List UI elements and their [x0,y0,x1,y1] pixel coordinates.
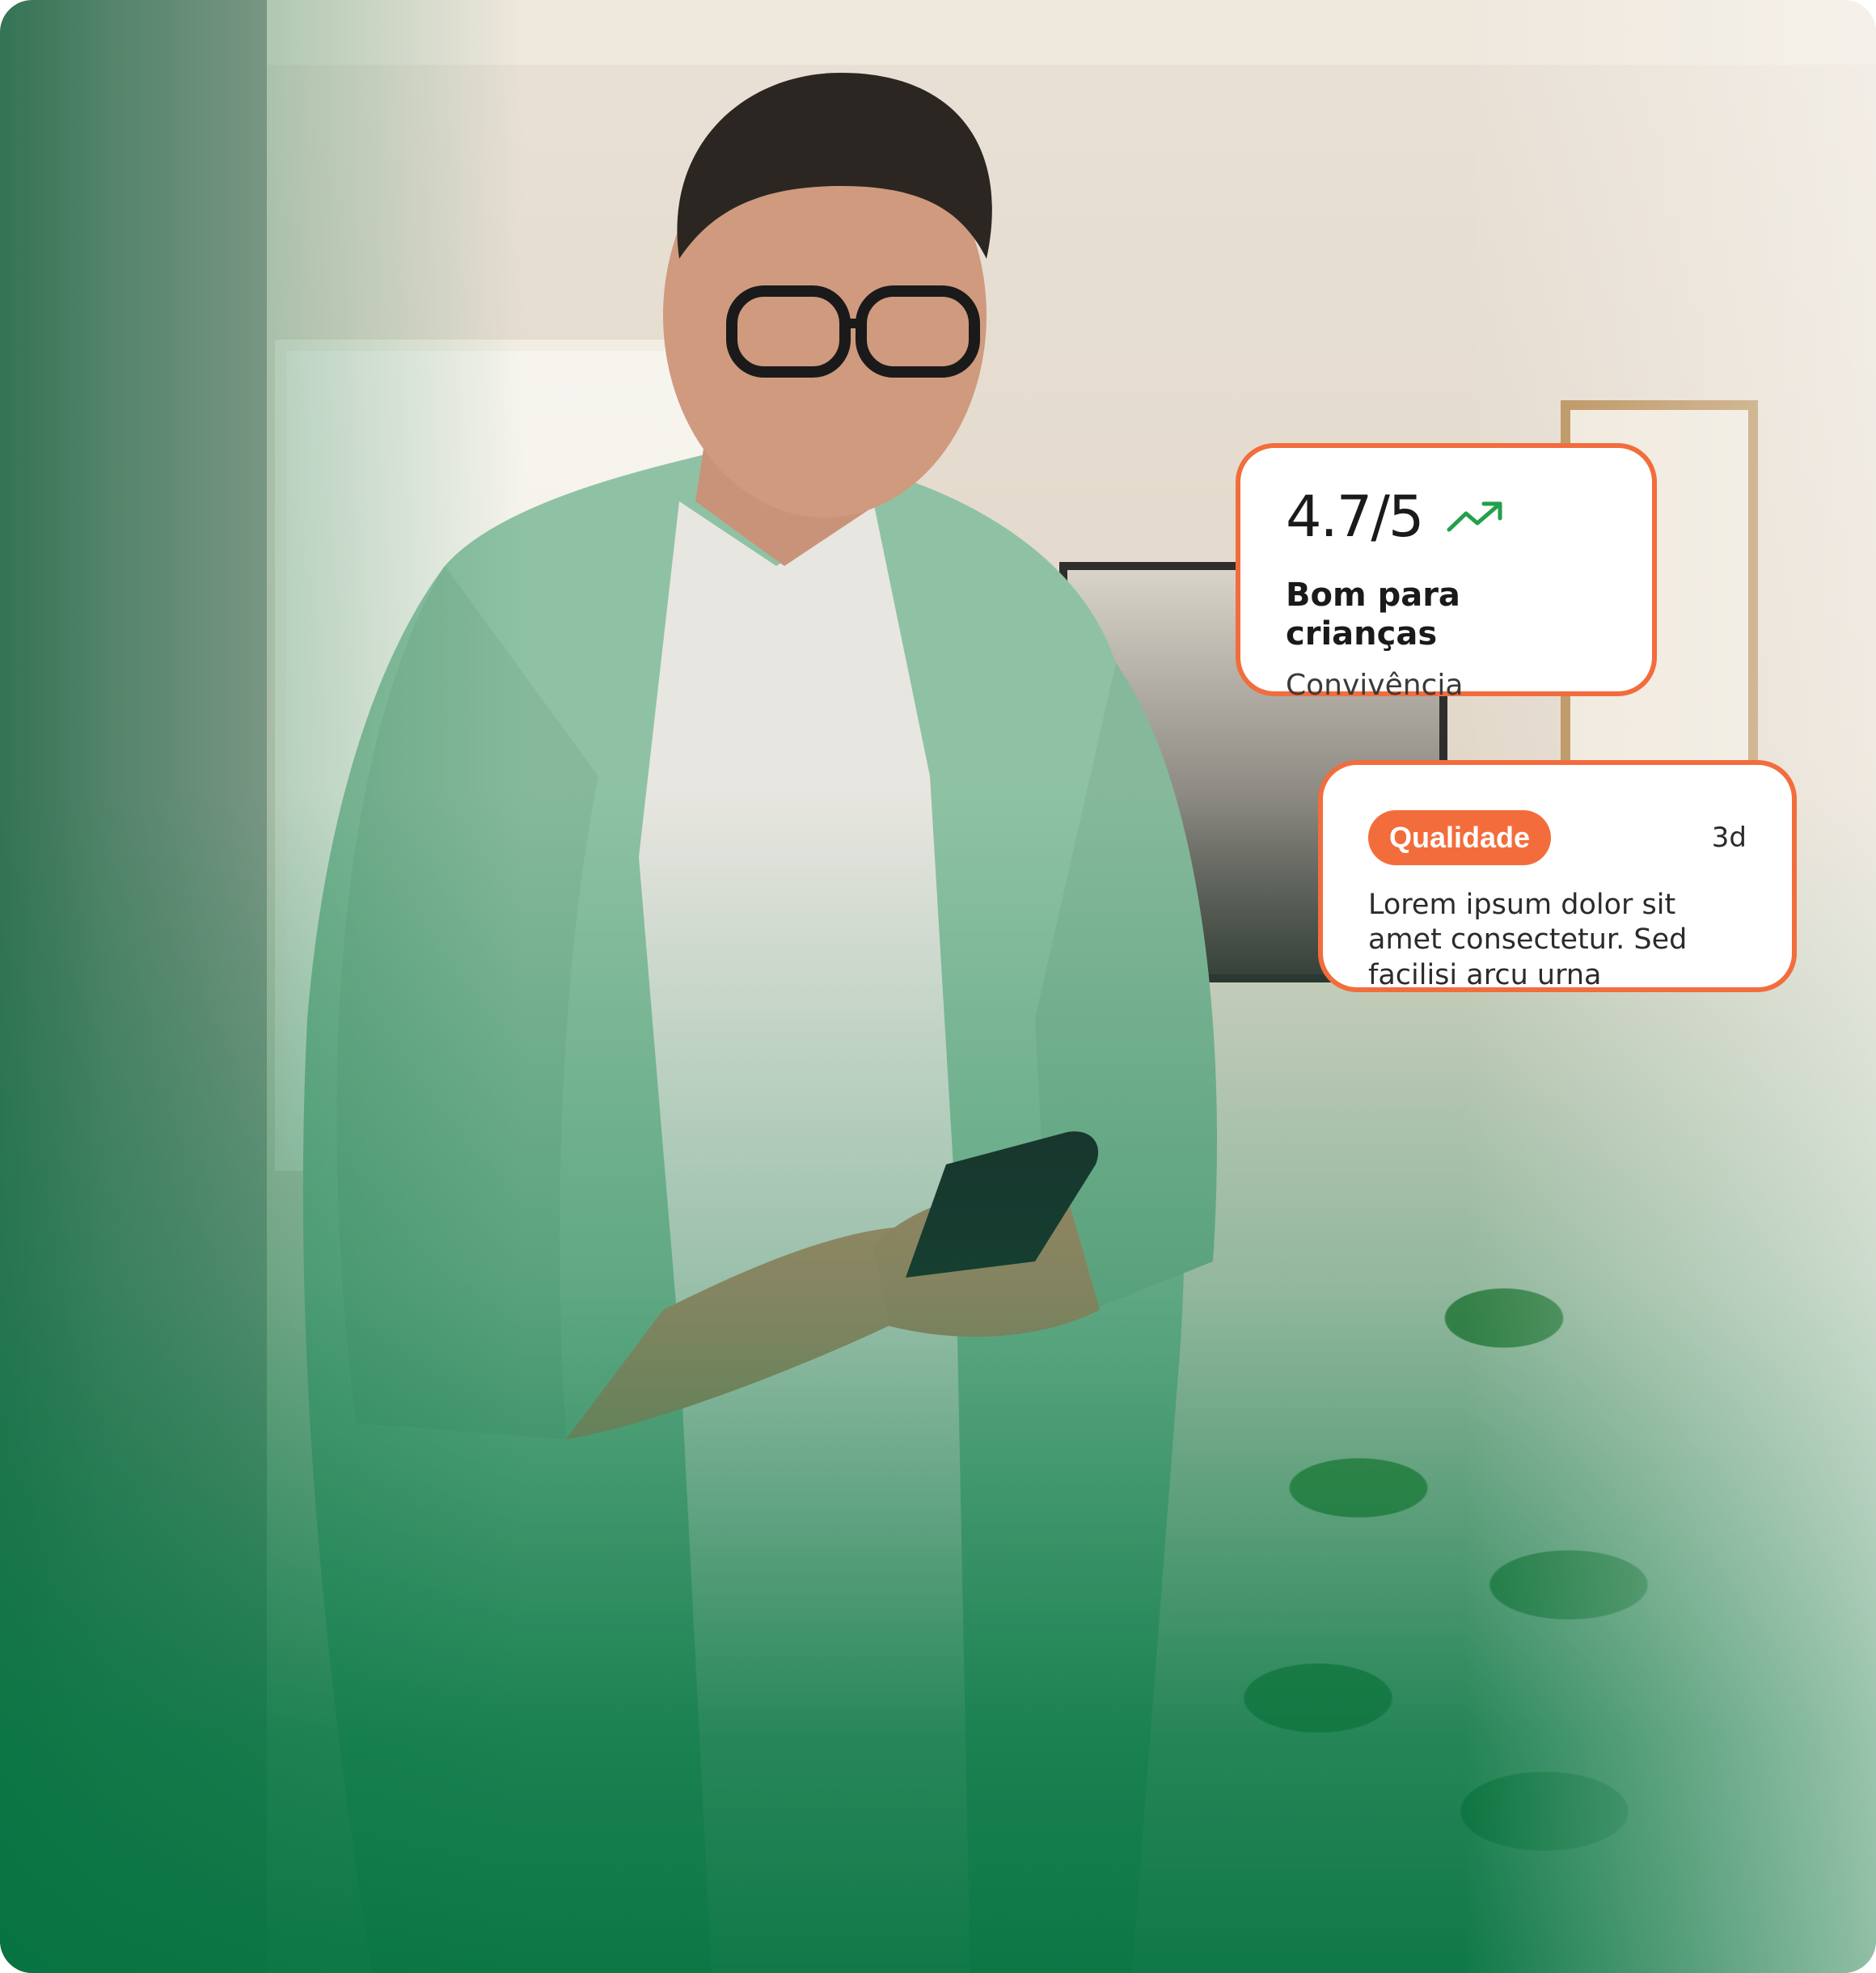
quality-tag-badge: Qualidade [1368,810,1552,865]
rating-value: 4.7/5 [1286,484,1424,550]
rating-card: 4.7/5 Bom para crianças Convivência [1236,443,1657,702]
review-header: Qualidade 3d [1368,810,1747,865]
trending-up-icon [1447,499,1505,534]
door-frame [0,0,267,1973]
rating-row: 4.7/5 [1286,488,1607,545]
rating-title: Bom para crianças [1286,577,1460,653]
review-card: Qualidade 3d Lorem ipsum dolor sit amet … [1318,760,1797,992]
review-age: 3d [1711,821,1747,854]
review-text: Lorem ipsum dolor sit amet consectetur. … [1368,888,1688,992]
person-photo [302,73,1217,1973]
rating-category: Convivência [1286,669,1464,702]
